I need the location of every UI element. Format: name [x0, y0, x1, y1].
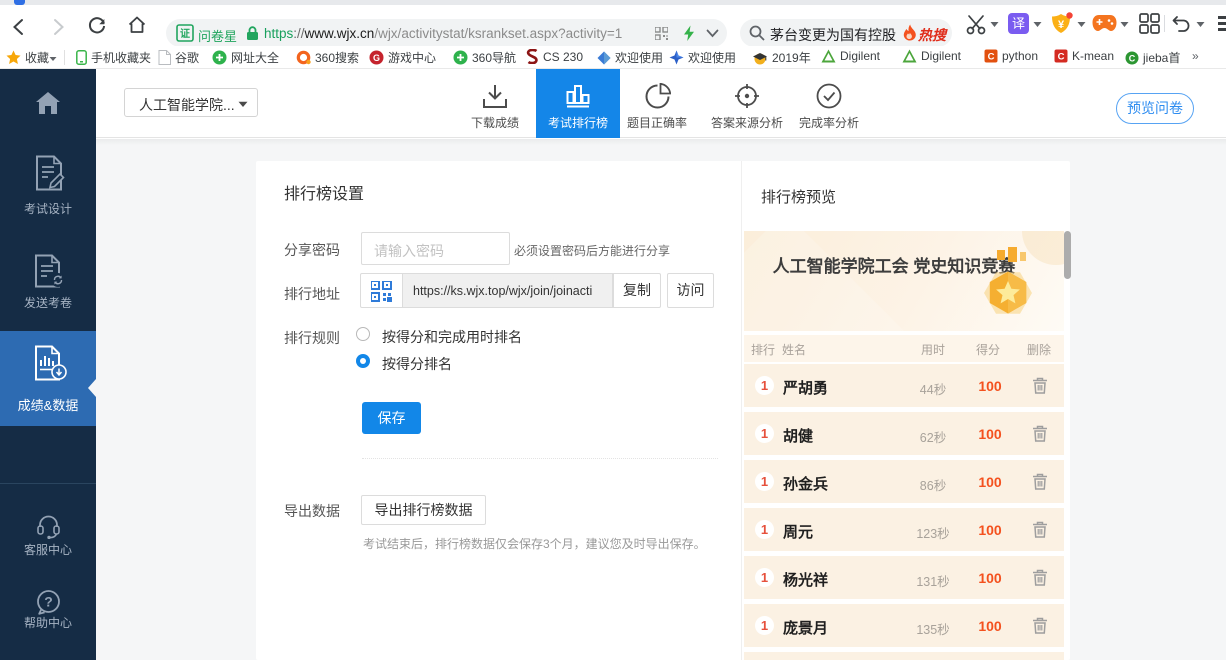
svg-text:C: C — [1058, 52, 1065, 63]
svg-text:¥: ¥ — [1058, 19, 1065, 31]
svg-text:C: C — [988, 52, 995, 63]
svg-text:G: G — [373, 53, 380, 63]
svg-text:?: ? — [44, 594, 53, 610]
svg-text:证: 证 — [180, 28, 190, 40]
svg-text:C: C — [1129, 54, 1136, 64]
